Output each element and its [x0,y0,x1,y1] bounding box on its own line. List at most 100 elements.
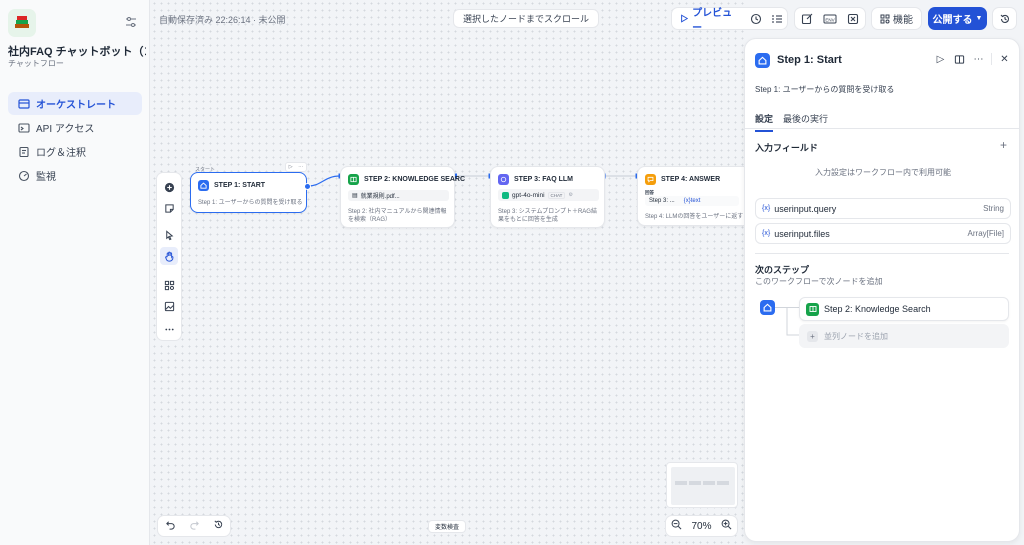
minimap-node [703,481,715,485]
publish-label: 公開する [932,15,973,26]
home-icon [760,300,775,315]
feature-button[interactable]: 機能 [871,7,922,30]
env-icon[interactable]: ENV [818,8,841,29]
checklist-icon[interactable] [766,8,787,29]
more-icon[interactable]: ⋯ [298,164,303,170]
panel-actions: ▷ ⋯ ✕ [934,53,1011,66]
node-description: Step 3: システムプロンプト＋RAG結果をもとに回答を生成 [498,209,597,223]
close-icon[interactable]: ✕ [998,53,1011,66]
more-icon[interactable]: ⋯ [972,53,985,66]
variable-icon: {x} [762,230,771,237]
minimap-viewport [671,467,735,505]
answer-var: {x}text [683,198,701,204]
home-icon [755,53,770,68]
tab-settings[interactable]: 設定 [755,112,774,132]
variable-row[interactable]: {x} userinput.files Array[File] [755,223,1011,244]
node-title: STEP 1: START [214,182,266,189]
panel-title: Step 1: Start [777,54,842,66]
model-tag: CHAT [547,191,566,199]
home-icon [198,180,209,191]
zoom-out-icon[interactable] [671,519,682,533]
answer-ref-chip: Step 3: ... {x}text [645,196,739,206]
minimap-node [675,481,687,485]
database-icon: ▤ [352,193,358,199]
book-icon [806,302,819,316]
node-description: Step 1: ユーザーからの質問を受け取る [198,200,303,206]
node-step3-faq-llm[interactable]: STEP 3: FAQ LLM gpt-4o-mini CHAT ⚙ Step … [490,166,605,228]
node-title: STEP 2: KNOWLEDGE SEARC [364,176,465,183]
input-note: 入力設定はワークフロー内で利用可能 [815,168,951,177]
next-node-name: Step 2: Knowledge Search [824,304,931,314]
export-group: ENV [794,7,866,30]
undo-redo-bar [157,515,231,537]
next-step-connector [775,307,799,336]
variable-icon: {x} [762,205,771,212]
panel-tabs: 設定 最後の実行 [755,112,828,132]
knowledge-file: 就業規則.pdf... [360,194,400,200]
start-node-actions: ▷ ⋯ [285,162,307,172]
add-input-icon[interactable]: + [1000,138,1007,152]
handle-step1-out[interactable] [304,183,311,190]
history-icon[interactable] [213,519,224,533]
book-icon [348,174,359,185]
divider [991,53,992,65]
model-chip: gpt-4o-mini CHAT ⚙ [498,189,599,201]
node-header: STEP 2: KNOWLEDGE SEARC [348,174,465,185]
node-title: STEP 3: FAQ LLM [514,176,573,183]
variable-inspect-button[interactable]: 変数検査 [428,520,467,533]
openai-icon [502,191,509,199]
node-step2-knowledge-search[interactable]: STEP 2: KNOWLEDGE SEARC ▤ 就業規則.pdf... St… [340,166,465,228]
redo-icon[interactable] [189,519,200,533]
variable-type: String [983,204,1004,213]
chevron-down-icon: ▼ [975,15,983,22]
svg-text:ENV: ENV [825,17,834,22]
node-title: STEP 4: ANSWER [661,176,721,183]
zoom-in-icon[interactable] [721,519,732,533]
edge-layer [307,173,639,187]
next-node-card[interactable]: Step 2: Knowledge Search [799,297,1009,321]
run-icon[interactable]: ▷ [934,53,947,66]
input-fields-title: 入力フィールド [755,143,818,153]
undo-icon[interactable] [165,519,176,533]
llm-icon [498,174,509,185]
tab-last-run[interactable]: 最後の実行 [783,112,828,132]
node-header: STEP 4: ANSWER [645,174,720,185]
edit-icon[interactable] [795,8,818,29]
node-header: STEP 3: FAQ LLM [498,174,573,185]
feature-label: 機能 [893,15,913,26]
zoom-bar: 70% [665,515,738,537]
run-history-icon[interactable] [745,8,766,29]
minimap[interactable] [666,462,738,508]
publish-button[interactable]: 公開する ▼ [928,7,987,30]
panel-description: Step 1: ユーザーからの質問を受け取る [755,85,895,94]
minimap-node [717,481,729,485]
answer-ref: Step 3: ... [649,198,675,204]
variable-type: Array[File] [967,229,1004,238]
answer-icon [645,174,656,185]
node-step4-answer[interactable]: STEP 4: ANSWER 回答 Step 3: ... {x}text St… [637,166,744,226]
model-settings-icon[interactable]: ⚙ [568,192,572,198]
next-step-title: 次のステップ [755,265,810,275]
tabs-divider [745,128,1019,129]
edge-step1-step2 [307,175,341,187]
run-icon[interactable]: ▷ [289,164,293,170]
next-step-subtitle: このワークフローで次ノードを追加 [755,277,883,286]
knowledge-chip: ▤ 就業規則.pdf... [348,190,449,201]
zoom-level[interactable]: 70% [691,521,711,532]
node-settings-panel: Step 1: Start ▷ ⋯ ✕ Step 1: ユーザーからの質問を受け… [744,38,1020,542]
node-description: Step 2: 社内マニュアルから関連情報を検索（RAG） [348,209,447,223]
variable-name: userinput.query [774,203,837,214]
node-header: STEP 1: START [198,180,265,191]
variable-icon[interactable] [841,8,864,29]
add-parallel-label: 並列ノードを追加 [824,331,888,341]
variable-row[interactable]: {x} userinput.query String [755,198,1011,219]
minimap-node [689,481,701,485]
node-step1-start[interactable]: STEP 1: START Step 1: ユーザーからの質問を受け取る [190,172,307,213]
grid-icon [880,14,890,23]
plus-icon: + [807,330,818,342]
node-description: Step 4: LLMの回答をユーザーに返す [645,214,744,220]
book-icon[interactable] [953,53,966,66]
version-history-button[interactable] [992,7,1017,30]
variable-name: userinput.files [774,228,830,239]
add-parallel-node-button[interactable]: + 並列ノードを追加 [799,324,1009,348]
